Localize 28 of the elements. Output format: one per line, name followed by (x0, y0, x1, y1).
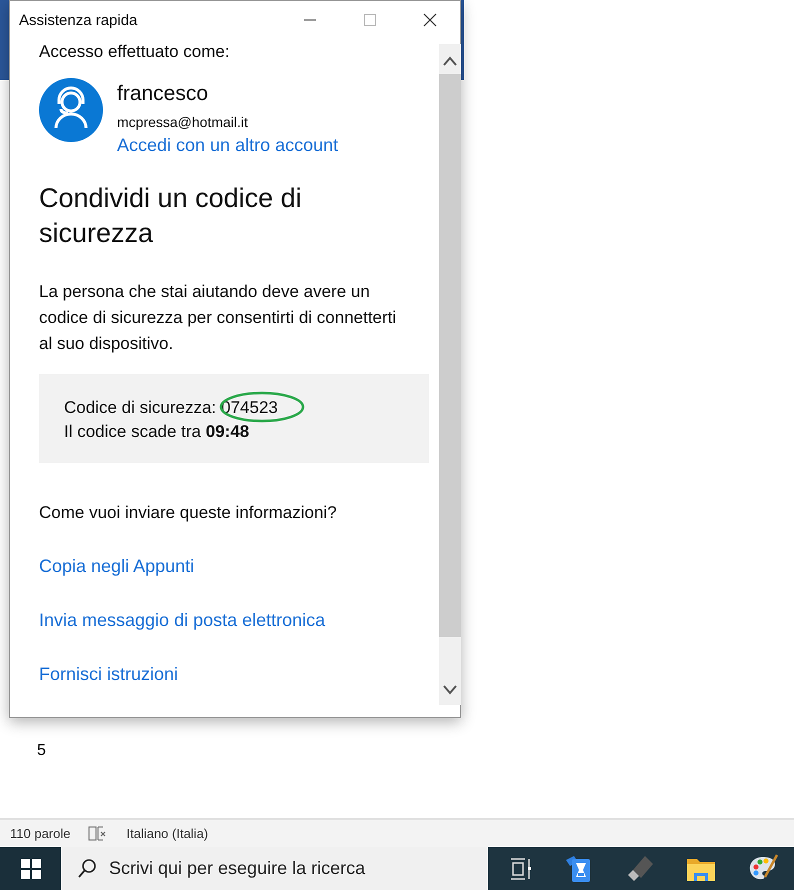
send-prompt: Come vuoi inviare queste informazioni? (39, 503, 338, 523)
signed-in-label: Accesso effettuato come: (39, 42, 231, 62)
send-option-link[interactable]: Invia messaggio di posta elettronica (39, 610, 429, 631)
code-label: Codice di sicurezza: (64, 397, 216, 419)
search-icon (77, 858, 97, 880)
avatar-icon (39, 78, 103, 142)
expiry-text: Il codice scade tra 09:48 (64, 421, 250, 443)
task-view-icon[interactable] (509, 858, 534, 880)
document-text: 5 (37, 742, 46, 760)
word-count: 110 parole (10, 826, 70, 841)
scroll-up-icon[interactable] (443, 56, 457, 66)
language-label: Italiano (Italia) (126, 826, 208, 841)
window-title: Assistenza rapida (19, 12, 138, 28)
user-email: mcpressa@hotmail.it (117, 114, 248, 130)
switch-account-link[interactable]: Accedi con un altro account (117, 135, 338, 156)
send-option-link[interactable]: Copia negli Appunti (39, 556, 429, 577)
scroll-down-icon[interactable] (443, 685, 457, 695)
description-text: La persona che stai aiutando deve avere un codice di sicurezza per consentirti di connetterti al suo dispositivo. (39, 281, 398, 355)
book-icon (88, 826, 108, 842)
section-heading: Condividi un codice di sicurezza (39, 182, 303, 250)
search-field[interactable]: Scrivi qui per eseguire la ricerca (61, 847, 488, 890)
scrollbar[interactable] (439, 44, 461, 705)
start-button[interactable] (0, 847, 61, 890)
user-name: francesco (117, 82, 208, 106)
close-icon (423, 13, 437, 27)
send-option-link[interactable]: Fornisci istruzioni (39, 664, 429, 685)
windows-icon (20, 858, 40, 878)
maximize-icon (364, 14, 376, 26)
